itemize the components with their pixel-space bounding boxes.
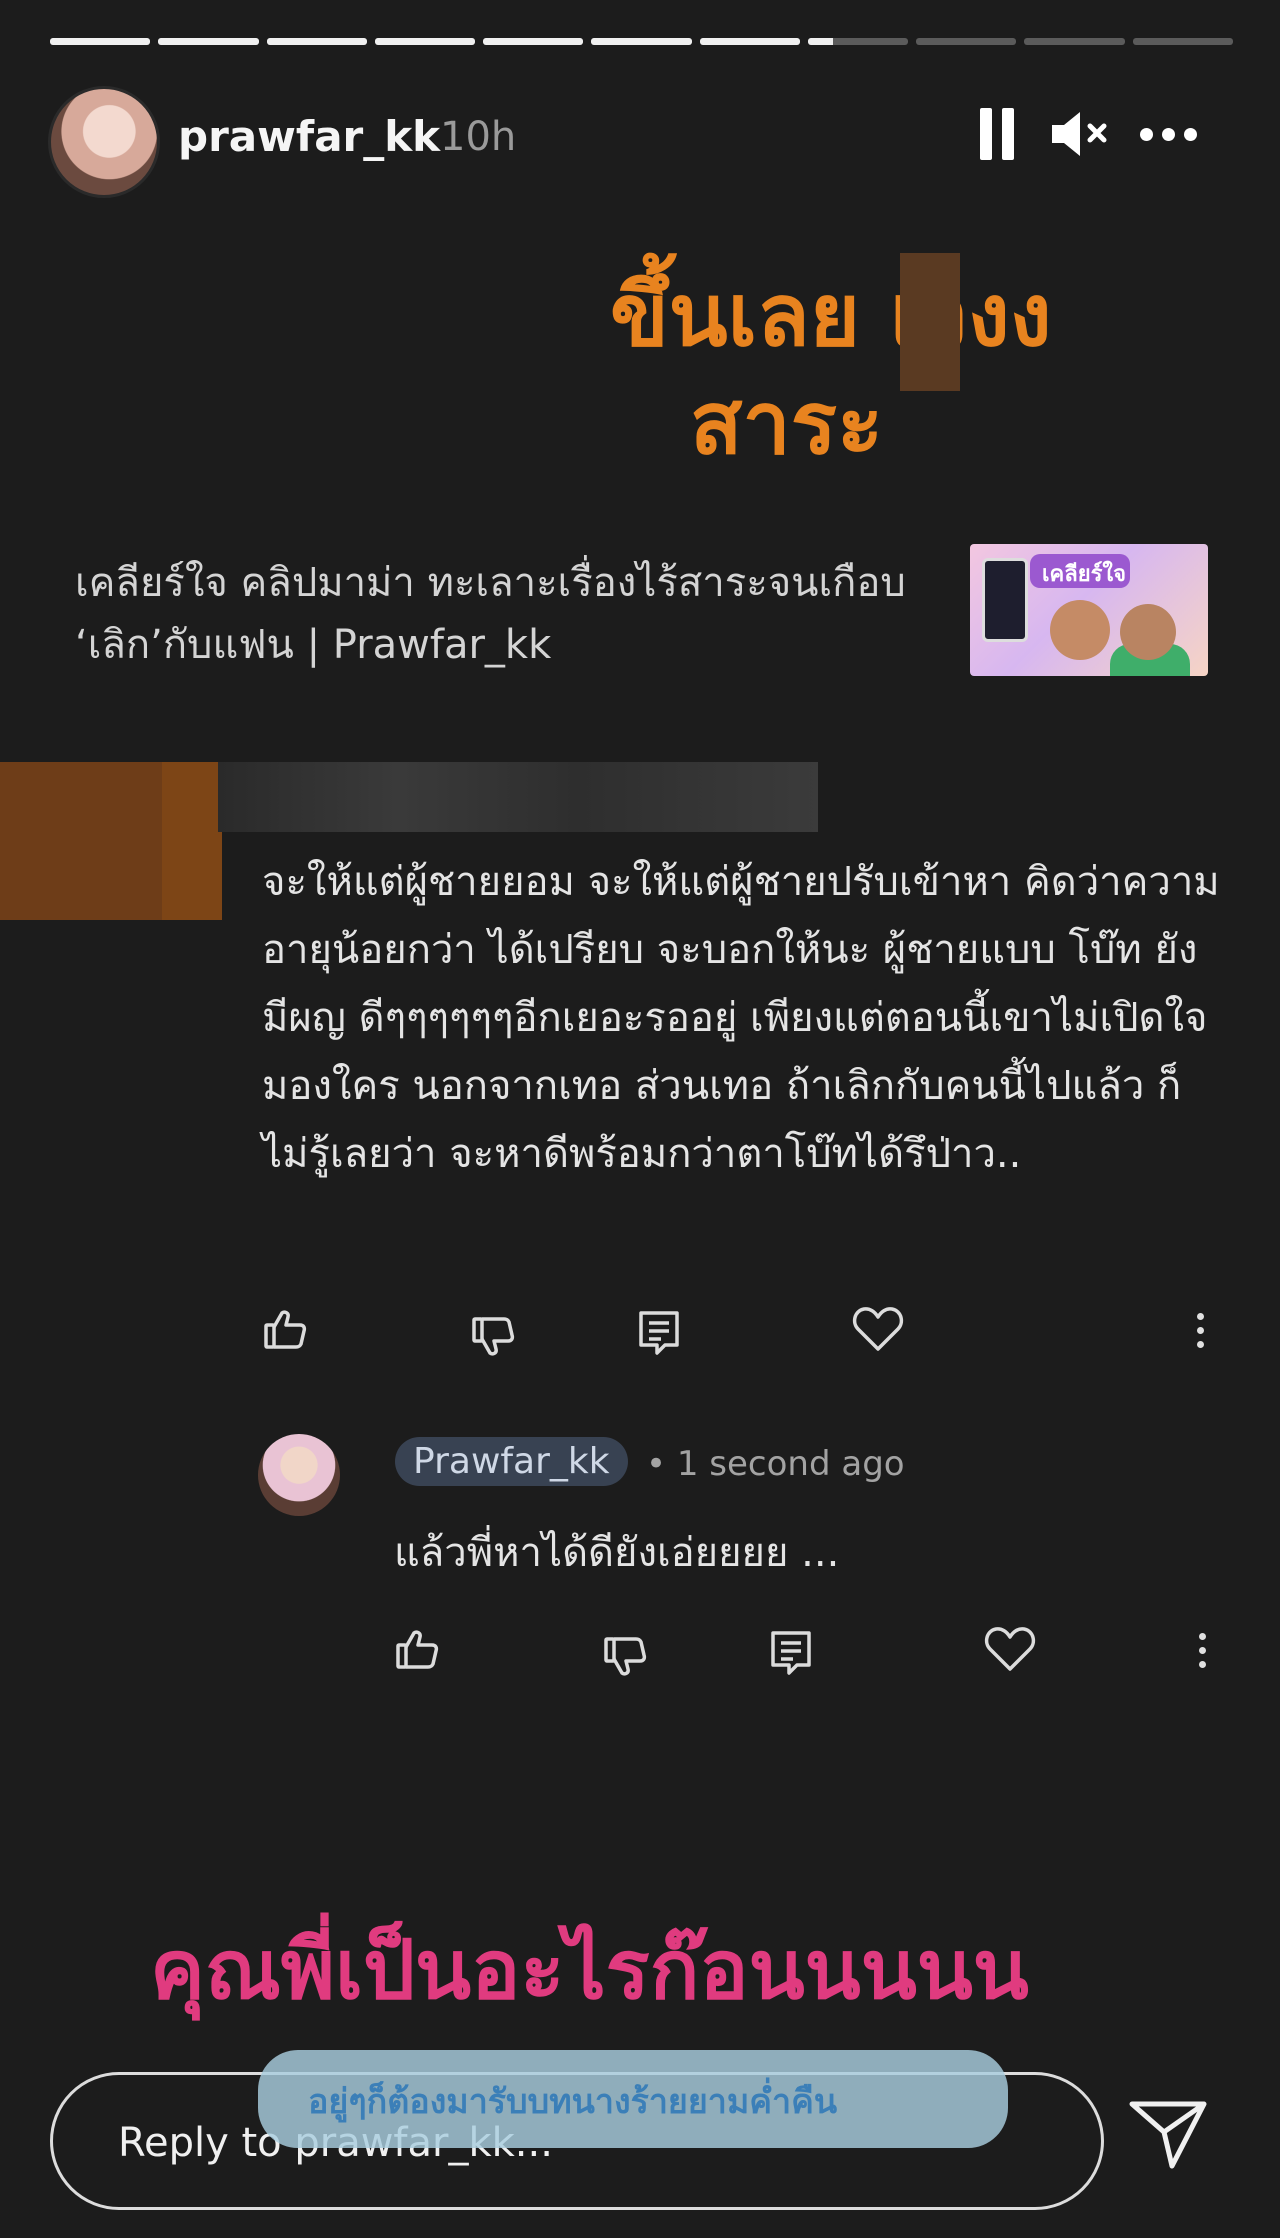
headline-line-2: สาระ — [690, 374, 884, 474]
progress-segment — [50, 38, 151, 45]
dislike-icon[interactable] — [470, 1313, 518, 1365]
phone-graphic — [982, 558, 1028, 642]
progress-fill — [699, 38, 800, 45]
person-graphic — [1050, 600, 1110, 660]
caption-sticker-text: อยู่ๆก็ต้องมารับบทนางร้ายยามค่ำคืน — [308, 2082, 838, 2122]
kebab-icon[interactable] — [1197, 1313, 1204, 1348]
like-icon[interactable] — [394, 1625, 442, 1677]
story-username[interactable]: prawfar_kk — [178, 112, 440, 161]
thumbnail-label: เคลียร์ใจ — [1042, 562, 1127, 587]
pause-icon[interactable] — [980, 108, 1018, 160]
progress-fill — [591, 38, 692, 45]
story-progress-bar — [50, 38, 1233, 45]
reply-actions — [394, 1625, 1224, 1685]
progress-fill — [374, 38, 476, 45]
progress-fill — [807, 38, 833, 45]
reply-timestamp: • 1 second ago — [646, 1444, 905, 1484]
progress-segment — [158, 38, 259, 45]
reply-author-chip[interactable]: Prawfar_kk — [395, 1437, 628, 1486]
reply-icon[interactable] — [637, 1309, 681, 1361]
avatar[interactable] — [48, 86, 160, 198]
comment-text: จะให้แต่ผู้ชายยอม จะให้แต่ผู้ชายปรับเข้า… — [262, 859, 1220, 1177]
dislike-icon[interactable] — [602, 1633, 650, 1685]
story-timestamp: 10h — [440, 114, 517, 160]
progress-fill — [158, 38, 259, 45]
heart-icon[interactable] — [852, 1305, 904, 1357]
progress-segment — [1132, 38, 1233, 45]
reply-icon[interactable] — [769, 1629, 813, 1681]
progress-segment — [807, 38, 909, 45]
progress-segment — [374, 38, 476, 45]
censor-block — [162, 762, 222, 920]
progress-segment — [483, 38, 584, 45]
story-caption: คุณพี่เป็นอะไรก๊อนนนนน — [150, 1923, 1029, 2018]
mute-icon[interactable] — [1048, 108, 1112, 164]
video-title: เคลียร์ใจ คลิปมาม่า ทะเลาะเรื่องไร้สาระจ… — [75, 560, 906, 668]
comment-actions — [262, 1305, 1222, 1365]
progress-fill — [50, 38, 151, 45]
headline-text: ขึ้นเลย เวงง สาระ — [610, 262, 1170, 478]
progress-segment — [1024, 38, 1125, 45]
like-icon[interactable] — [262, 1305, 310, 1357]
progress-segment — [916, 38, 1017, 45]
video-thumbnail: เคลียร์ใจ — [970, 544, 1208, 676]
progress-segment — [699, 38, 800, 45]
kebab-icon[interactable] — [1199, 1633, 1206, 1668]
person-graphic — [1120, 604, 1176, 660]
progress-fill — [266, 38, 367, 45]
reply-avatar[interactable] — [258, 1434, 340, 1516]
progress-segment — [266, 38, 367, 45]
progress-segment — [591, 38, 692, 45]
heart-icon[interactable] — [984, 1625, 1036, 1677]
more-icon[interactable] — [1140, 128, 1197, 141]
censor-block — [900, 253, 960, 391]
headline-line-1: ขึ้นเลย เวงง — [610, 266, 1052, 366]
send-icon[interactable] — [1128, 2098, 1208, 2174]
reply-text: แล้วพี่หาได้ดียังเอ่ยยยย ... — [394, 1530, 840, 1576]
censor-block — [218, 762, 818, 832]
progress-fill — [483, 38, 584, 45]
